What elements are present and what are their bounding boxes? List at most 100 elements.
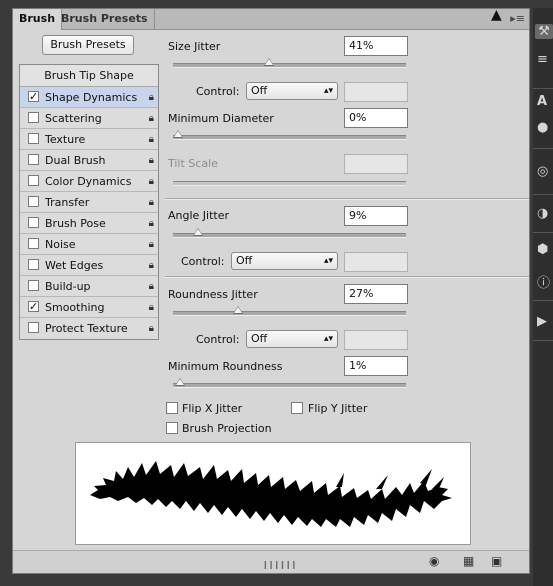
list-item-label: Build-up <box>45 280 91 293</box>
lock-icon[interactable]: 🔒︎ <box>149 276 154 297</box>
build-up-checkbox[interactable] <box>28 280 39 291</box>
minimum-roundness-slider[interactable] <box>173 378 406 388</box>
angle-jitter-input[interactable]: 9% <box>344 206 408 226</box>
minimum-diameter-slider-thumb[interactable] <box>173 130 183 138</box>
roundness-jitter-slider-thumb[interactable] <box>233 306 244 314</box>
paragraph-icon[interactable]: ● <box>537 120 548 135</box>
transfer-checkbox[interactable] <box>28 196 39 207</box>
flip-x-jitter-checkbox[interactable] <box>166 402 178 414</box>
flip-y-jitter-checkbox[interactable] <box>291 402 303 414</box>
noise-checkbox[interactable] <box>28 238 39 249</box>
list-item-texture[interactable]: Texture 🔒︎ <box>20 129 158 150</box>
roundness-jitter-slider[interactable] <box>173 306 406 316</box>
flip-y-jitter-label: Flip Y Jitter <box>308 402 368 415</box>
brush-tool-icon[interactable]: ⚒ <box>535 24 553 39</box>
angle-jitter-slider[interactable] <box>173 228 406 238</box>
lock-icon[interactable]: 🔒︎ <box>149 129 154 150</box>
minimum-diameter-slider[interactable] <box>173 130 406 140</box>
lock-icon[interactable]: 🔒︎ <box>149 192 154 213</box>
tilt-scale-label: Tilt Scale <box>168 157 218 170</box>
list-item-label: Transfer <box>45 196 90 209</box>
dual-brush-checkbox[interactable] <box>28 154 39 165</box>
list-item-brush-pose[interactable]: Brush Pose 🔒︎ <box>20 213 158 234</box>
brush-stroke-preview <box>75 442 471 545</box>
list-item-smoothing[interactable]: ✓ Smoothing 🔒︎ <box>20 297 158 318</box>
list-item-noise[interactable]: Noise 🔒︎ <box>20 234 158 255</box>
lock-icon[interactable]: 🔒︎ <box>149 255 154 276</box>
list-item-brush-tip-shape[interactable]: Brush Tip Shape <box>20 65 158 87</box>
size-jitter-slider-thumb[interactable] <box>264 58 275 66</box>
brush-projection-checkbox[interactable] <box>166 422 178 434</box>
list-item-label: Noise <box>45 238 76 251</box>
lock-icon[interactable]: 🔒︎ <box>149 87 154 108</box>
brush-options-list: Brush Tip Shape ✓ Shape Dynamics 🔒︎ Scat… <box>19 64 159 340</box>
scattering-checkbox[interactable] <box>28 112 39 123</box>
list-item-protect-texture[interactable]: Protect Texture 🔒︎ <box>20 318 158 339</box>
angle-control-input <box>344 252 408 272</box>
lock-icon[interactable]: 🔒︎ <box>149 150 154 171</box>
character-icon[interactable]: A <box>537 94 547 109</box>
list-item-color-dynamics[interactable]: Color Dynamics 🔒︎ <box>20 171 158 192</box>
size-jitter-input[interactable]: 41% <box>344 36 408 56</box>
minimum-roundness-slider-thumb[interactable] <box>175 378 186 386</box>
smoothing-checkbox[interactable]: ✓ <box>28 301 39 312</box>
list-item-transfer[interactable]: Transfer 🔒︎ <box>20 192 158 213</box>
lock-icon[interactable]: 🔒︎ <box>149 234 154 255</box>
list-item-build-up[interactable]: Build-up 🔒︎ <box>20 276 158 297</box>
lock-icon[interactable]: 🔒︎ <box>149 108 154 129</box>
info-icon[interactable]: ⓘ <box>537 272 550 291</box>
angle-control-select[interactable]: Off ▴▾ <box>231 252 338 270</box>
tilt-scale-input <box>344 154 408 174</box>
resize-grip-icon[interactable]: ❙❙❙❙❙❙ <box>262 560 297 569</box>
dock-divider <box>533 194 553 195</box>
adjustments-icon[interactable]: ◎ <box>537 164 548 179</box>
roundness-control-select[interactable]: Off ▴▾ <box>246 330 338 348</box>
list-item-shape-dynamics[interactable]: ✓ Shape Dynamics 🔒︎ <box>20 87 158 108</box>
clone-source-icon[interactable]: ≡ <box>537 52 548 67</box>
roundness-control-input <box>344 330 408 350</box>
panel-bottom-bar: ❙❙❙❙❙❙ ◉ ▦ ▣ <box>13 550 529 573</box>
lock-icon[interactable]: 🔒︎ <box>149 171 154 192</box>
3d-icon[interactable]: ⬢ <box>537 242 548 257</box>
minimum-roundness-label: Minimum Roundness <box>168 360 283 373</box>
color-dynamics-checkbox[interactable] <box>28 175 39 186</box>
brush-pose-checkbox[interactable] <box>28 217 39 228</box>
lock-icon[interactable]: 🔒︎ <box>149 213 154 234</box>
select-arrows-icon: ▴▾ <box>323 86 333 96</box>
section-divider <box>165 276 529 278</box>
roundness-jitter-input[interactable]: 27% <box>344 284 408 304</box>
grid-icon[interactable]: ▦ <box>463 554 474 568</box>
wet-edges-checkbox[interactable] <box>28 259 39 270</box>
brush-presets-button[interactable]: Brush Presets <box>42 35 134 55</box>
tab-brush-presets[interactable]: Brush Presets <box>55 9 155 29</box>
protect-texture-checkbox[interactable] <box>28 322 39 333</box>
select-arrows-icon: ▴▾ <box>323 334 333 344</box>
dock-divider <box>533 340 553 341</box>
angle-jitter-slider-thumb[interactable] <box>193 228 204 236</box>
angle-control-value: Off <box>236 254 253 267</box>
size-control-select[interactable]: Off ▴▾ <box>246 82 338 100</box>
list-item-dual-brush[interactable]: Dual Brush 🔒︎ <box>20 150 158 171</box>
actions-play-icon[interactable]: ▶ <box>537 314 547 329</box>
panel-menu-icon[interactable]: ▸≡ <box>510 12 525 25</box>
styles-icon[interactable]: ◑ <box>537 206 548 221</box>
brush-stroke-image <box>90 461 452 527</box>
size-jitter-slider[interactable] <box>173 58 406 68</box>
lock-icon[interactable]: 🔒︎ <box>149 318 154 339</box>
list-item-label: Shape Dynamics <box>45 91 138 104</box>
new-preset-icon[interactable]: ▣ <box>491 554 502 568</box>
shape-dynamics-checkbox[interactable]: ✓ <box>28 91 39 102</box>
brush-panel: Brush Brush Presets ▲ ▸≡ Brush Presets B… <box>12 7 530 574</box>
lock-icon[interactable]: 🔒︎ <box>149 297 154 318</box>
size-control-fade-input <box>344 82 408 102</box>
eye-icon[interactable]: ◉ <box>429 554 439 568</box>
list-item-scattering[interactable]: Scattering 🔒︎ <box>20 108 158 129</box>
list-item-label: Texture <box>45 133 86 146</box>
list-item-label: Dual Brush <box>45 154 106 167</box>
minimum-diameter-input[interactable]: 0% <box>344 108 408 128</box>
texture-checkbox[interactable] <box>28 133 39 144</box>
list-item-label: Brush Pose <box>45 217 106 230</box>
list-item-label: Color Dynamics <box>45 175 132 188</box>
minimum-roundness-input[interactable]: 1% <box>344 356 408 376</box>
list-item-wet-edges[interactable]: Wet Edges 🔒︎ <box>20 255 158 276</box>
